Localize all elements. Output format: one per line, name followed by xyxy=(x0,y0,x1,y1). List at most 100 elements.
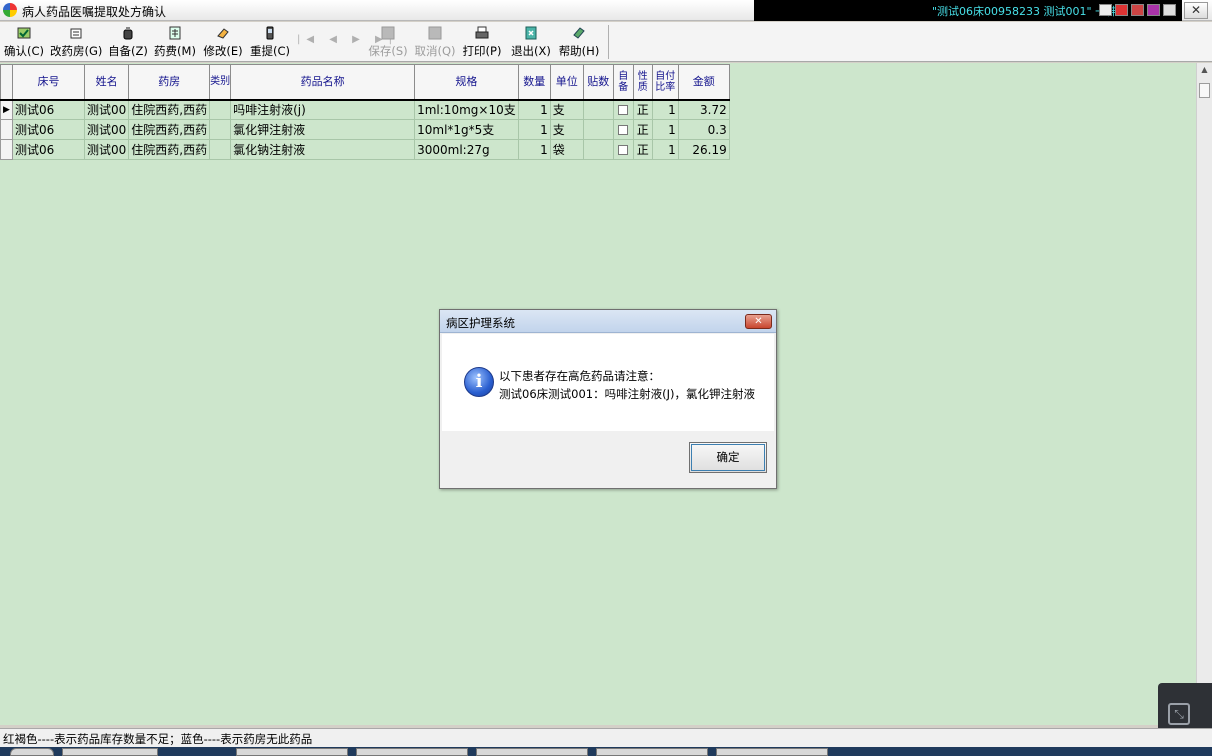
taskbar-item[interactable] xyxy=(476,748,588,756)
screen-capture-icon[interactable]: ⤡ xyxy=(1168,703,1190,725)
cell-amount[interactable]: 3.72 xyxy=(677,98,730,120)
scroll-up-arrow-icon[interactable]: ▲ xyxy=(1197,65,1212,79)
cell-nature[interactable]: 正 xyxy=(632,98,653,120)
table-row[interactable]: 测试06 测试00 住院西药,西药 氯化钾注射液 10ml*1g*5支 1 支 … xyxy=(0,119,730,140)
cell-drug-name[interactable]: 氯化钾注射液 xyxy=(230,119,416,140)
taskbar-item[interactable] xyxy=(236,748,348,756)
cell-self-supplied[interactable] xyxy=(612,139,634,160)
cell-self-pay-ratio[interactable]: 1 xyxy=(651,139,679,160)
cell-doses[interactable] xyxy=(582,119,614,140)
column-header-unit[interactable]: 单位 xyxy=(549,64,584,100)
cell-self-supplied[interactable] xyxy=(612,119,634,140)
scroll-thumb[interactable] xyxy=(1199,83,1210,98)
save-button[interactable]: 保存(S) xyxy=(367,26,409,60)
cell-self-supplied[interactable] xyxy=(612,98,634,120)
column-header-doses[interactable]: 贴数 xyxy=(582,64,614,100)
cell-spec[interactable]: 10ml*1g*5支 xyxy=(414,119,519,140)
cell-amount[interactable]: 0.3 xyxy=(677,119,730,140)
taskbar-item[interactable] xyxy=(356,748,468,756)
toolbar-separator xyxy=(608,25,609,59)
cell-drug-name[interactable]: 氯化钠注射液 xyxy=(230,139,416,160)
column-header-amount[interactable]: 金额 xyxy=(677,64,730,100)
cell-doses[interactable] xyxy=(582,139,614,160)
cancel-icon xyxy=(428,26,442,40)
column-header-nature[interactable]: 性质 xyxy=(632,64,653,100)
self-supplied-checkbox[interactable] xyxy=(618,145,629,155)
help-button[interactable]: 帮助(H) xyxy=(558,26,600,60)
self-supplied-checkbox[interactable] xyxy=(618,125,629,135)
cell-nature[interactable]: 正 xyxy=(632,139,653,160)
window-close-button[interactable]: ✕ xyxy=(1184,2,1208,19)
cell-self-pay-ratio[interactable]: 1 xyxy=(651,98,679,120)
cell-drug-name[interactable]: 吗啡注射液(j) xyxy=(230,98,416,120)
vertical-scrollbar[interactable]: ▲ xyxy=(1196,63,1212,725)
drug-fee-button[interactable]: 药费(M) xyxy=(154,26,196,60)
re-extract-button[interactable]: 重提(C) xyxy=(249,26,291,60)
mail-icon[interactable] xyxy=(1099,4,1112,16)
heart-icon[interactable] xyxy=(1131,4,1144,16)
exit-button[interactable]: 退出(X) xyxy=(510,26,552,60)
table-row[interactable]: 测试06 测试00 住院西药,西药 氯化钠注射液 3000ml:27g 1 袋 … xyxy=(0,139,730,160)
cell-bed[interactable]: 测试06 xyxy=(12,139,85,160)
cell-bed[interactable]: 测试06 xyxy=(12,98,85,120)
cell-name[interactable]: 测试00 xyxy=(83,139,130,160)
column-header-category[interactable]: 类别 xyxy=(209,64,232,100)
column-header-quantity[interactable]: 数量 xyxy=(517,64,551,100)
patient-info-text: "测试06床00958233 测试001" 一神 xyxy=(932,5,1118,18)
alert-icon[interactable] xyxy=(1115,4,1128,16)
cell-unit[interactable]: 袋 xyxy=(549,139,584,160)
ok-button[interactable]: 确定 xyxy=(689,442,767,473)
check-icon xyxy=(17,27,31,39)
confirm-button[interactable]: 确认(C) xyxy=(4,26,44,60)
print-button[interactable]: 打印(P) xyxy=(461,26,503,60)
modify-button[interactable]: 修改(E) xyxy=(202,26,244,60)
cell-unit[interactable]: 支 xyxy=(549,119,584,140)
dialog-title-bar[interactable]: 病区护理系统 ✕ xyxy=(440,310,776,333)
column-header-pharmacy[interactable]: 药房 xyxy=(128,64,211,100)
cell-pharmacy[interactable]: 住院西药,西药 xyxy=(128,98,211,120)
cell-pharmacy[interactable]: 住院西药,西药 xyxy=(128,139,211,160)
cell-nature[interactable]: 正 xyxy=(632,119,653,140)
cell-spec[interactable]: 3000ml:27g xyxy=(414,139,519,160)
pharmacy-icon xyxy=(70,28,82,39)
taskbar-item[interactable] xyxy=(596,748,708,756)
drug-fee-button-label: 药费(M) xyxy=(154,44,196,58)
self-supplied-checkbox[interactable] xyxy=(618,105,629,116)
cell-category[interactable] xyxy=(209,98,232,120)
help-book-icon xyxy=(573,27,585,39)
column-header-self-pay-ratio[interactable]: 自付比率 xyxy=(651,64,679,100)
restore-window-icon[interactable] xyxy=(1163,4,1176,16)
cell-spec[interactable]: 1ml:10mg×10支 xyxy=(414,98,519,120)
cell-quantity[interactable]: 1 xyxy=(517,98,551,120)
cell-quantity[interactable]: 1 xyxy=(517,139,551,160)
dialog-close-button[interactable]: ✕ xyxy=(745,314,772,329)
column-header-spec[interactable]: 规格 xyxy=(414,64,519,100)
column-header-name[interactable]: 姓名 xyxy=(83,64,130,100)
cell-category[interactable] xyxy=(209,139,232,160)
cell-bed[interactable]: 测试06 xyxy=(12,119,85,140)
change-pharmacy-button[interactable]: 改药房(G) xyxy=(50,26,102,60)
app-logo-icon xyxy=(3,3,17,17)
cancel-button[interactable]: 取消(Q) xyxy=(414,26,456,60)
cell-name[interactable]: 测试00 xyxy=(83,98,130,120)
cell-unit[interactable]: 支 xyxy=(549,98,584,120)
taskbar-item[interactable] xyxy=(10,748,54,756)
cell-self-pay-ratio[interactable]: 1 xyxy=(651,119,679,140)
column-header-bed[interactable]: 床号 xyxy=(12,64,85,100)
column-header-drug-name[interactable]: 药品名称 xyxy=(230,64,416,100)
exit-icon xyxy=(525,26,537,40)
cancel-button-label: 取消(Q) xyxy=(414,44,456,58)
table-row[interactable]: ▶ 测试06 测试00 住院西药,西药 吗啡注射液(j) 1ml:10mg×10… xyxy=(0,98,730,120)
cell-category[interactable] xyxy=(209,119,232,140)
cell-doses[interactable] xyxy=(582,98,614,120)
column-header-self-supplied[interactable]: 自备 xyxy=(612,64,634,100)
taskbar-item[interactable] xyxy=(62,748,158,756)
self-supply-button[interactable]: 自备(Z) xyxy=(107,26,149,60)
tool-x-icon[interactable] xyxy=(1147,4,1160,16)
cell-pharmacy[interactable]: 住院西药,西药 xyxy=(128,119,211,140)
taskbar-item[interactable] xyxy=(716,748,828,756)
cell-name[interactable]: 测试00 xyxy=(83,119,130,140)
cell-quantity[interactable]: 1 xyxy=(517,119,551,140)
cell-amount[interactable]: 26.19 xyxy=(677,139,730,160)
modify-button-label: 修改(E) xyxy=(203,44,243,58)
